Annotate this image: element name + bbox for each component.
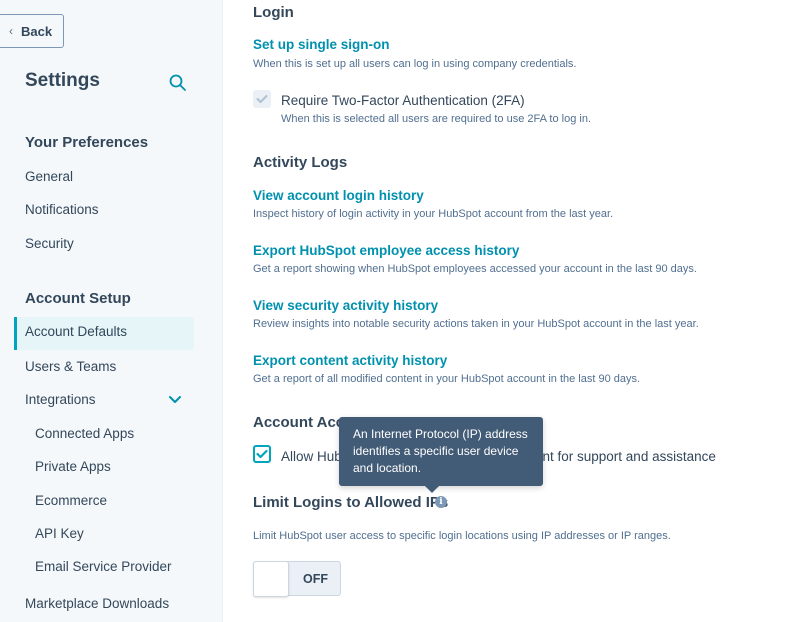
sidebar-item-integrations[interactable]: Integrations: [25, 390, 96, 410]
export-content-activity-link[interactable]: Export content activity history: [253, 353, 447, 368]
view-security-activity-description: Review insights into notable security ac…: [253, 318, 699, 330]
sidebar-item-private-apps[interactable]: Private Apps: [35, 457, 111, 477]
checkmark-icon: [256, 95, 268, 103]
require-2fa-label: Require Two-Factor Authentication (2FA): [281, 93, 525, 108]
allow-hubspot-access-label: Allow Hub: [281, 449, 342, 464]
chevron-down-icon[interactable]: [168, 394, 182, 406]
single-sign-on-description: When this is set up all users can log in…: [253, 58, 577, 70]
info-icon[interactable]: i: [435, 496, 447, 508]
require-2fa-description: When this is selected all users are requ…: [281, 113, 591, 125]
view-login-history-link[interactable]: View account login history: [253, 188, 424, 203]
toggle-state-label: OFF: [303, 572, 328, 586]
toggle-knob[interactable]: [253, 561, 289, 597]
sidebar-item-marketplace-downloads[interactable]: Marketplace Downloads: [25, 594, 169, 614]
limit-ips-description: Limit HubSpot user access to specific lo…: [253, 530, 671, 542]
back-label: Back: [21, 23, 53, 39]
login-heading: Login: [253, 4, 294, 21]
sidebar-item-notifications[interactable]: Notifications: [25, 200, 99, 220]
limit-ips-heading: Limit Logins to Allowed IPs: [253, 494, 449, 511]
checkmark-icon: [256, 449, 268, 459]
view-login-history-description: Inspect history of login activity in you…: [253, 208, 614, 220]
export-employee-access-description: Get a report showing when HubSpot employ…: [253, 263, 697, 275]
allow-hubspot-access-checkbox[interactable]: [253, 445, 271, 463]
single-sign-on-link[interactable]: Set up single sign-on: [253, 37, 390, 52]
sidebar-item-ecommerce[interactable]: Ecommerce: [35, 491, 107, 511]
limit-ips-toggle[interactable]: OFF: [253, 561, 341, 597]
sidebar-item-connected-apps[interactable]: Connected Apps: [35, 424, 134, 444]
sidebar-item-security[interactable]: Security: [25, 234, 74, 254]
section-heading-your-preferences: Your Preferences: [25, 134, 149, 151]
security-settings-content: Login Set up single sign-on When this is…: [224, 0, 795, 622]
activity-logs-heading: Activity Logs: [253, 154, 348, 171]
account-access-heading: Account Acce: [253, 414, 353, 431]
chevron-left-icon: ‹: [9, 24, 13, 38]
sidebar-item-users-teams[interactable]: Users & Teams: [25, 357, 116, 377]
export-content-activity-description: Get a report of all modified content in …: [253, 373, 641, 385]
export-employee-access-link[interactable]: Export HubSpot employee access history: [253, 243, 519, 258]
section-heading-account-setup: Account Setup: [25, 290, 131, 307]
tooltip-text: An Internet Protocol (IP) address identi…: [353, 427, 528, 475]
view-security-activity-link[interactable]: View security activity history: [253, 298, 438, 313]
sidebar-item-api-key[interactable]: API Key: [35, 524, 84, 544]
settings-sidebar: ‹ Back Settings Your Preferences General…: [0, 0, 223, 622]
sidebar-item-account-defaults-label[interactable]: Account Defaults: [25, 324, 127, 339]
sidebar-title: Settings: [25, 70, 100, 91]
ip-address-tooltip: An Internet Protocol (IP) address identi…: [339, 417, 543, 493]
allow-hubspot-access-label-continued: unt for support and assistance: [535, 449, 716, 464]
tooltip-arrow: [425, 486, 439, 493]
sidebar-item-general[interactable]: General: [25, 167, 73, 187]
search-icon[interactable]: [168, 73, 188, 93]
sidebar-item-email-service-provider[interactable]: Email Service Provider: [35, 557, 172, 577]
require-2fa-checkbox[interactable]: [253, 90, 271, 108]
back-button[interactable]: ‹ Back: [0, 14, 64, 48]
